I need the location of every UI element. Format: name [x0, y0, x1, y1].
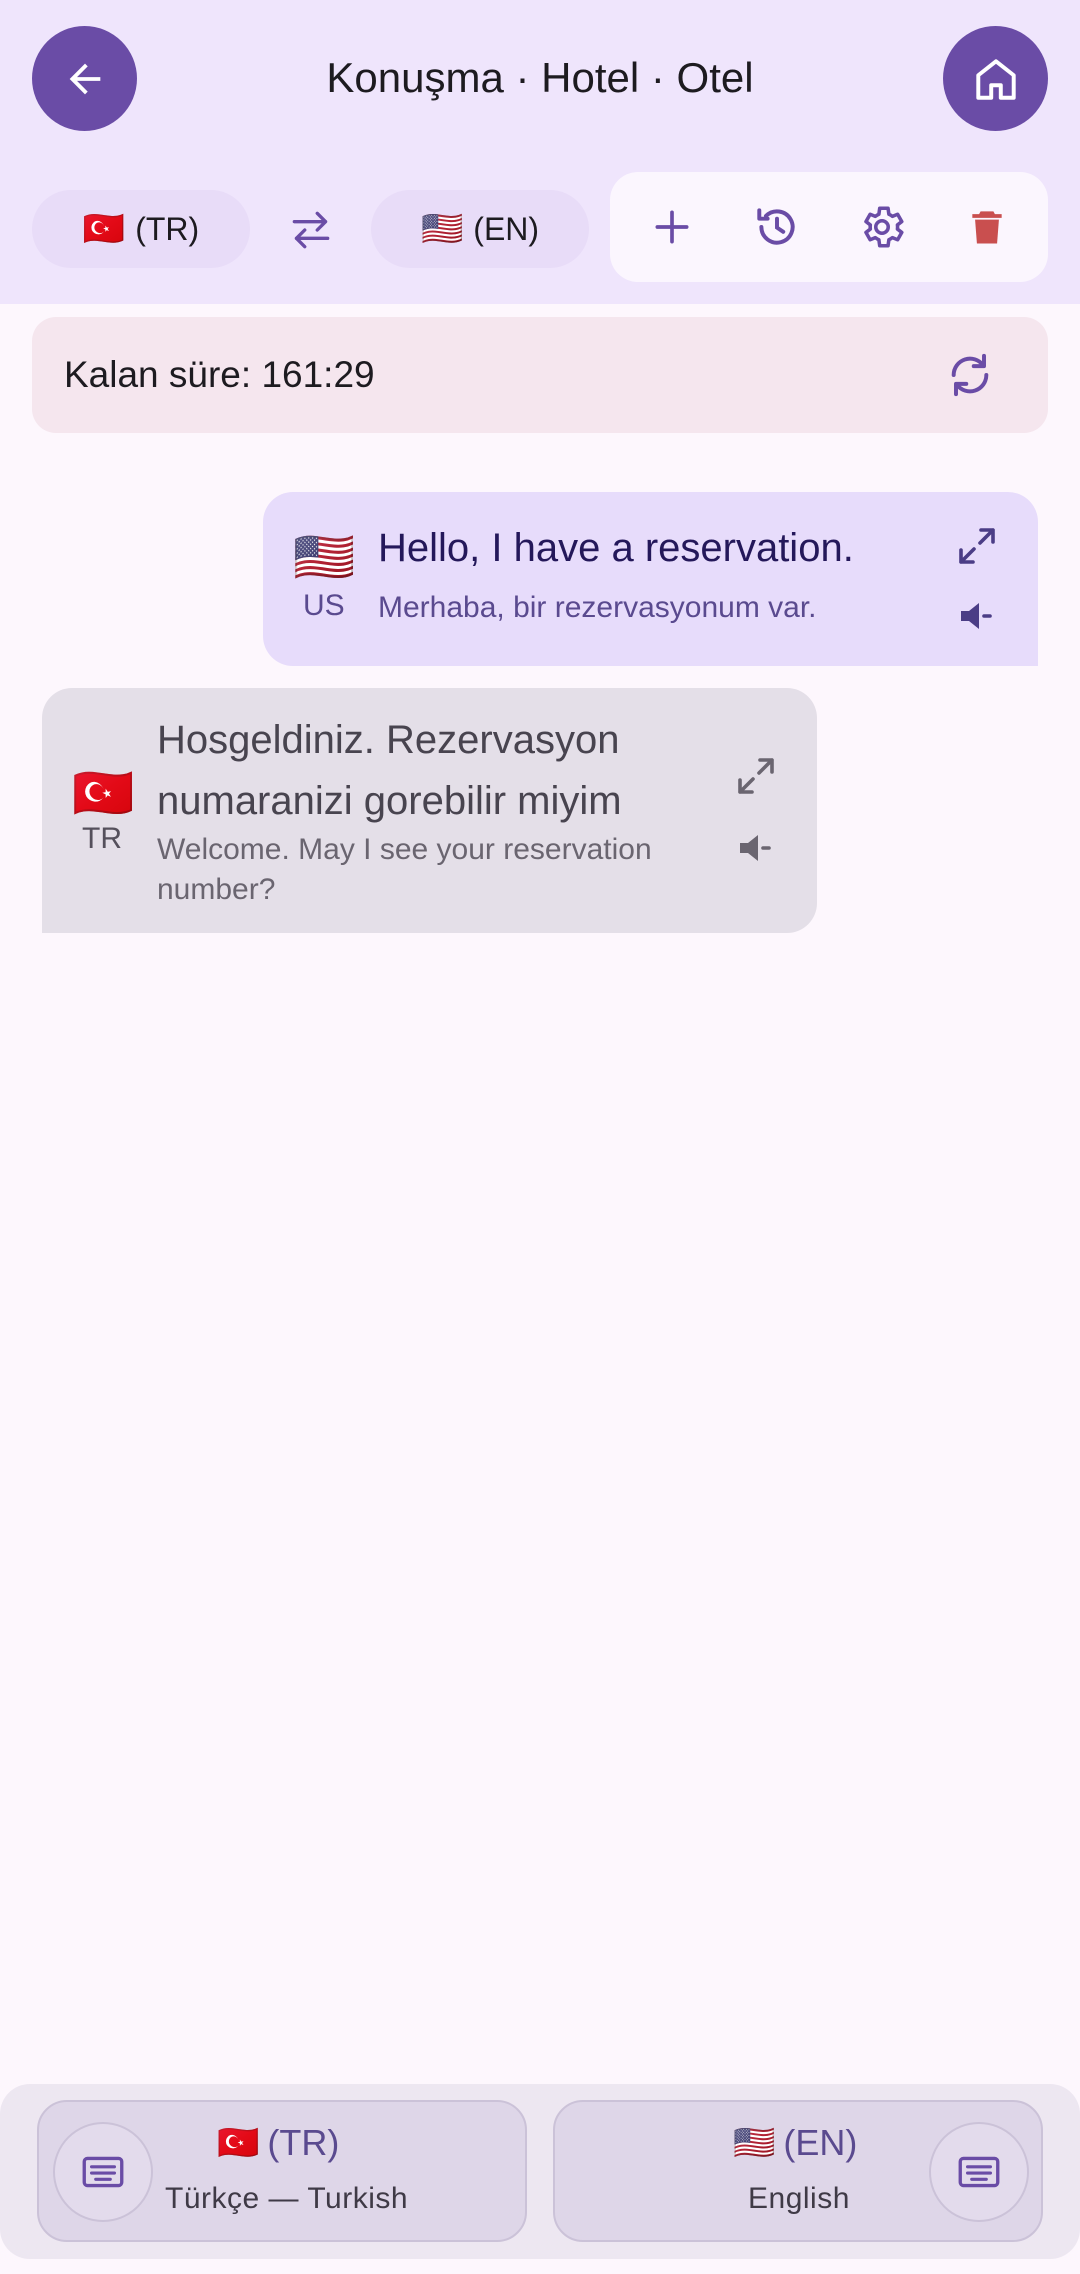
turkey-flag-icon: 🇹🇷 — [217, 2124, 260, 2162]
speak-turkish-button[interactable]: 🇹🇷 (TR) Türkçe — Turkish — [37, 2100, 527, 2242]
card-language-code-text: (TR) — [267, 2122, 340, 2163]
source-language-selector[interactable]: 🇹🇷 (TR) — [32, 190, 250, 268]
message-text-line-1: Hosgeldiniz. Rezervasyon — [157, 718, 620, 762]
message-bubble-tr: 🇹🇷 TR Hosgeldiniz. Rezervasyon numaraniz… — [42, 688, 817, 933]
message-language-code: US — [303, 589, 345, 622]
card-language-name: Türkçe — Turkish — [165, 2182, 409, 2215]
turkey-flag-icon: 🇹🇷 — [82, 210, 126, 248]
keyboard-icon — [958, 2156, 1000, 2188]
message-language-code: TR — [82, 822, 122, 855]
us-flag-icon: 🇺🇸 — [420, 210, 464, 248]
page-title: Konuşma · Hotel · Otel — [326, 54, 754, 101]
keyboard-icon — [82, 2156, 124, 2188]
settings-button[interactable] — [854, 199, 910, 255]
delete-button[interactable] — [959, 199, 1015, 255]
bottom-input-bar: 🇹🇷 (TR) Türkçe — Turkish 🇺🇸 (EN) English — [0, 2084, 1080, 2259]
message-bubble-us: 🇺🇸 US Hello, I have a reservation. Merha… — [263, 492, 1038, 666]
us-flag-icon: 🇺🇸 — [733, 2124, 776, 2162]
card-language-code: 🇺🇸 (EN) — [733, 2122, 857, 2164]
speaker-icon — [740, 835, 771, 861]
action-toolbar — [610, 172, 1048, 282]
home-button[interactable] — [943, 26, 1048, 131]
target-language-code: (EN) — [473, 210, 540, 247]
message-translation-line-2: number? — [157, 873, 276, 906]
message-translation-line-1: Welcome. May I see your reservation — [157, 833, 652, 866]
gear-icon — [864, 206, 904, 248]
message-text-line-2: numaranizi gorebilir miyim — [157, 779, 622, 823]
refresh-icon — [951, 353, 989, 397]
trash-icon — [972, 211, 1002, 244]
message-text: Hello, I have a reservation. — [378, 526, 854, 570]
top-app-bar: Konuşma · Hotel · Otel 🇹🇷 (TR) 🇺🇸 (EN) — [0, 0, 1080, 304]
expand-message-button[interactable] — [953, 522, 1001, 570]
remaining-time-text: Kalan süre: 161:29 — [64, 354, 375, 395]
target-language-selector[interactable]: 🇺🇸 (EN) — [371, 190, 589, 268]
card-language-name: English — [748, 2182, 850, 2215]
swap-icon — [292, 211, 330, 249]
card-language-code-text: (EN) — [783, 2122, 858, 2163]
expand-icon — [959, 528, 995, 564]
play-audio-button[interactable] — [953, 592, 1001, 640]
back-button[interactable] — [32, 26, 137, 131]
expand-message-button[interactable] — [732, 752, 780, 800]
speak-english-button[interactable]: 🇺🇸 (EN) English — [553, 2100, 1043, 2242]
play-audio-button[interactable] — [732, 824, 780, 872]
keyboard-input-button-en[interactable] — [929, 2122, 1029, 2222]
history-icon — [757, 208, 795, 245]
refresh-button[interactable] — [942, 347, 998, 403]
keyboard-input-button-tr[interactable] — [53, 2122, 153, 2222]
expand-icon — [738, 758, 774, 794]
speaker-icon — [961, 603, 992, 629]
plus-icon — [655, 210, 689, 244]
home-icon — [975, 58, 1016, 100]
turkey-flag-icon: 🇹🇷 — [72, 765, 135, 821]
source-language-code: (TR) — [135, 210, 200, 247]
card-language-code: 🇹🇷 (TR) — [217, 2122, 339, 2164]
swap-languages-button[interactable] — [286, 205, 336, 255]
remaining-time-banner: Kalan süre: 161:29 — [32, 317, 1048, 433]
us-flag-icon: 🇺🇸 — [293, 529, 356, 585]
arrow-left-icon — [69, 63, 100, 94]
add-conversation-button[interactable] — [644, 199, 700, 255]
history-button[interactable] — [749, 199, 805, 255]
message-translation: Merhaba, bir rezervasyonum var. — [378, 591, 817, 624]
